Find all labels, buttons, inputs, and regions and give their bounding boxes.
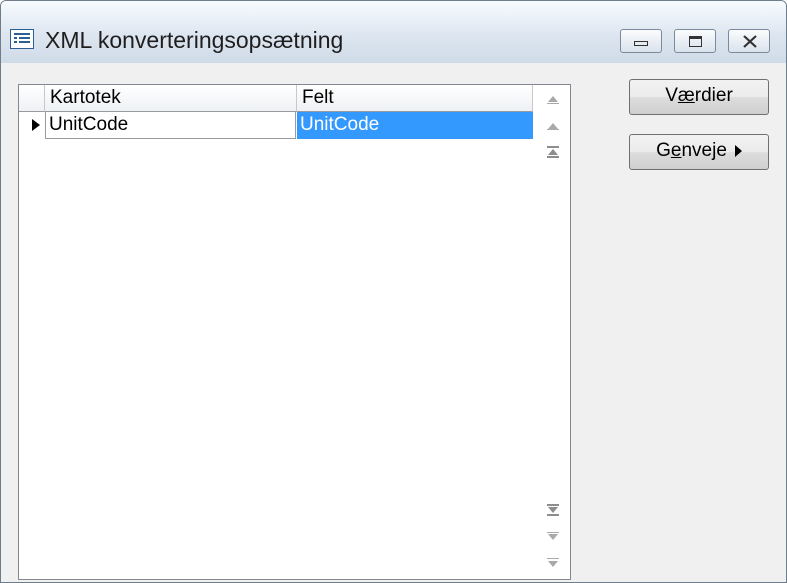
column-header-kartotek[interactable]: Kartotek: [45, 85, 297, 112]
scroll-up-button[interactable]: [535, 87, 570, 113]
genveje-label-prefix: G: [656, 140, 671, 161]
scroll-top-icon: [546, 146, 559, 158]
scroll-line-up-button[interactable]: [535, 113, 570, 139]
scroll-up-small-icon: [546, 120, 559, 132]
minimize-button[interactable]: [620, 29, 662, 53]
genveje-label-accelerator: e: [670, 140, 682, 161]
data-grid: Kartotek Felt UnitCode UnitCode: [18, 84, 571, 580]
window-content: Kartotek Felt UnitCode UnitCode Værdier …: [9, 63, 779, 580]
xml-setup-window: XML konverteringsopsætning Kartotek Felt…: [0, 0, 787, 583]
scroll-up-icon: [546, 94, 559, 106]
column-header-felt[interactable]: Felt: [297, 85, 533, 112]
form-window-icon: [10, 29, 34, 49]
table-row[interactable]: UnitCode UnitCode: [19, 112, 533, 139]
close-button[interactable]: [728, 29, 770, 53]
vaerdier-label-accelerator: æ: [677, 85, 695, 106]
scroll-bottom-icon: [546, 504, 559, 516]
scroll-bottom-button[interactable]: [535, 497, 570, 523]
submenu-arrow-icon: [734, 144, 742, 157]
vaerdier-button[interactable]: Værdier: [629, 79, 769, 115]
grid-header: Kartotek Felt: [19, 85, 533, 112]
genveje-label-rest: nveje: [681, 140, 727, 161]
vaerdier-label-prefix: V: [665, 85, 678, 106]
title-bar[interactable]: XML konverteringsopsætning: [1, 1, 786, 63]
scroll-line-down-button[interactable]: [535, 523, 570, 549]
scroll-down-icon: [546, 556, 559, 568]
cell-felt[interactable]: UnitCode: [297, 112, 533, 139]
scroll-top-button[interactable]: [535, 139, 570, 165]
genveje-menu-button[interactable]: Genveje: [629, 134, 769, 170]
scroll-down-button[interactable]: [535, 549, 570, 575]
maximize-icon: [689, 36, 702, 47]
minimize-icon: [634, 41, 648, 46]
vaerdier-label-rest: rdier: [694, 85, 733, 106]
scroll-down-small-icon: [546, 530, 559, 542]
vertical-scrollbar[interactable]: [535, 85, 570, 579]
cell-kartotek[interactable]: UnitCode: [45, 112, 296, 139]
row-selector-header: [19, 85, 45, 112]
window-title: XML konverteringsopsætning: [45, 27, 344, 53]
close-icon: [743, 35, 757, 48]
current-row-indicator-icon: [32, 119, 40, 131]
maximize-button[interactable]: [674, 29, 716, 53]
